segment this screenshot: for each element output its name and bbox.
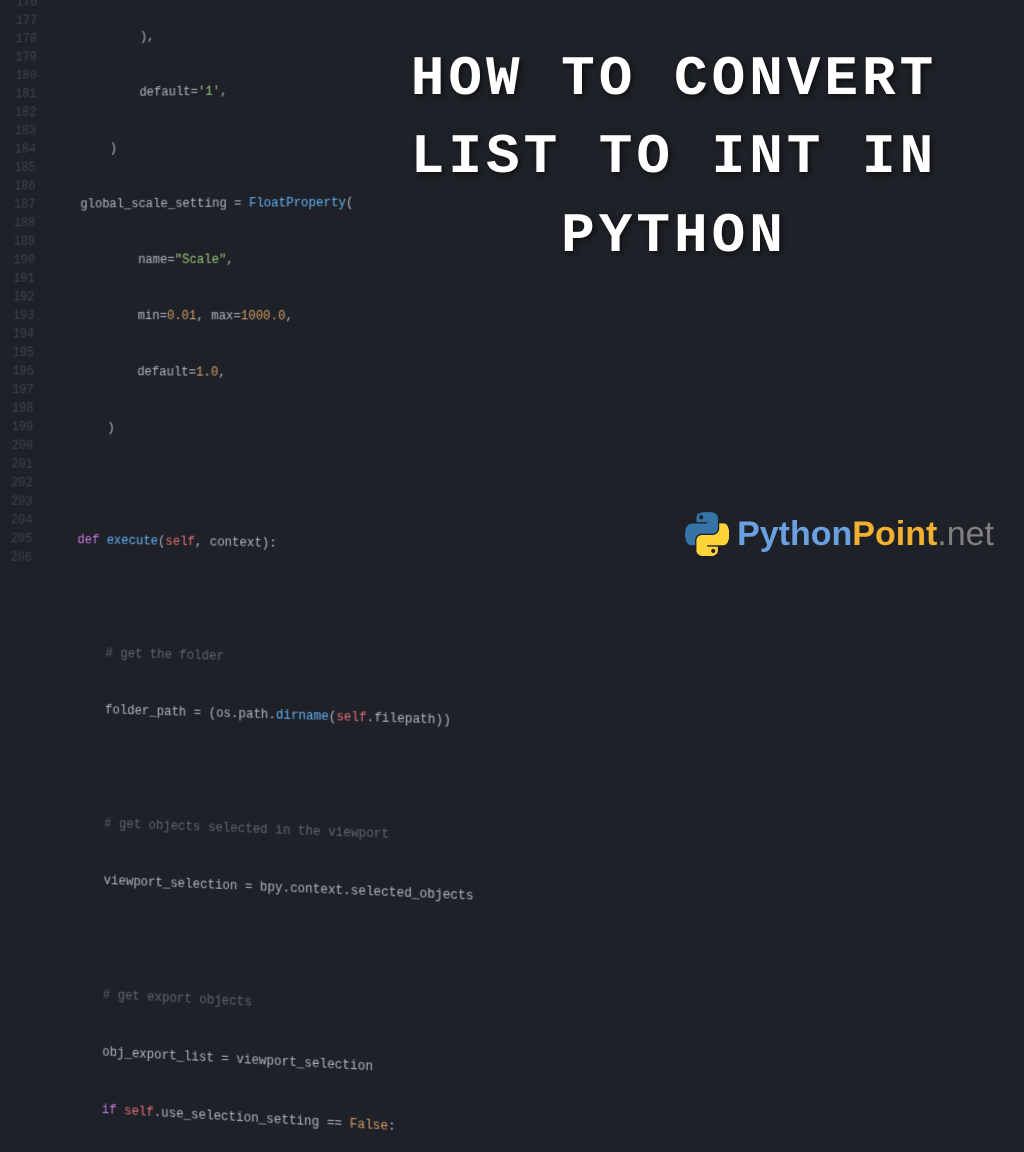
line-number: 179 xyxy=(0,48,37,67)
line-number: 203 xyxy=(0,492,33,511)
line-number: 195 xyxy=(0,343,34,362)
brand-logo: PythonPoint.net xyxy=(685,512,994,556)
line-number: 181 xyxy=(0,85,37,104)
line-number: 191 xyxy=(0,269,35,288)
line-number: 202 xyxy=(0,473,33,492)
line-number: 197 xyxy=(0,381,34,400)
title-overlay: HOW TO CONVERT LIST TO INT IN PYTHON xyxy=(364,40,984,275)
code-line xyxy=(48,586,870,623)
code-line xyxy=(46,755,871,803)
brand-python: Python xyxy=(737,515,852,553)
line-number: 198 xyxy=(0,399,34,418)
line-number: 206 xyxy=(0,548,32,567)
line-number: 185 xyxy=(0,159,36,178)
brand-text: PythonPoint.net xyxy=(737,515,994,554)
code-line: # get export objects xyxy=(44,983,872,1044)
code-line: viewport_selection = bpy.context.selecte… xyxy=(45,869,871,923)
line-number: 183 xyxy=(0,122,36,141)
line-number: 193 xyxy=(0,306,35,325)
code-line: ) xyxy=(49,418,869,445)
line-number: 182 xyxy=(0,103,36,122)
line-number: 177 xyxy=(0,11,37,30)
python-logo-icon xyxy=(685,512,729,556)
line-number: 190 xyxy=(0,251,35,270)
code-line: obj_export_list = viewport_selection xyxy=(44,1040,873,1105)
line-gutter: 176 177 178 179 180 181 182 183 184 185 … xyxy=(0,0,45,567)
code-line xyxy=(45,926,872,984)
line-number: 204 xyxy=(0,511,33,530)
brand-net: .net xyxy=(937,515,994,553)
line-number: 176 xyxy=(0,0,38,12)
line-number: 188 xyxy=(0,214,35,233)
line-number: 184 xyxy=(0,140,36,159)
line-number: 192 xyxy=(0,288,35,307)
line-number: 187 xyxy=(0,196,36,215)
code-line: min=0.01, max=1000.0, xyxy=(50,307,868,328)
line-number: 205 xyxy=(0,529,32,548)
line-number: 189 xyxy=(0,232,35,251)
line-number: 178 xyxy=(0,30,37,49)
line-number: 196 xyxy=(0,362,34,381)
line-number: 199 xyxy=(0,418,33,437)
line-number: 186 xyxy=(0,177,36,196)
code-line: # get the folder xyxy=(47,643,870,684)
code-line: if self.use_selection_setting == False: xyxy=(43,1097,873,1152)
line-number: 200 xyxy=(0,436,33,455)
line-number: 201 xyxy=(0,455,33,474)
code-line: folder_path = (os.path.dirname(self.file… xyxy=(47,699,871,743)
line-number: 194 xyxy=(0,325,34,344)
line-number: 180 xyxy=(0,67,37,86)
code-line: # get objects selected in the viewport xyxy=(46,812,872,863)
brand-point: Point xyxy=(852,515,937,553)
code-line: default=1.0, xyxy=(50,362,869,386)
code-line xyxy=(49,474,870,505)
